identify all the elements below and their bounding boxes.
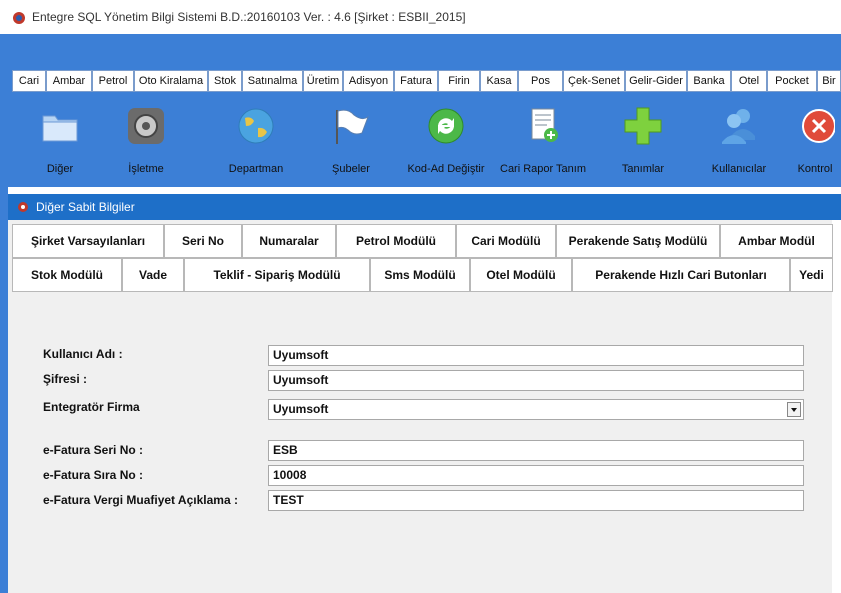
toolbar-label: Kullanıcılar [711,163,767,175]
menu-satinalma[interactable]: Satınalma [242,70,303,92]
app-logo-icon [13,12,25,24]
chevron-down-icon[interactable] [787,402,801,417]
menu-uretim[interactable]: Üretim [303,70,343,92]
separator [8,187,841,194]
tab-sms-modulu[interactable]: Sms Modülü [370,258,470,292]
menu-cek-senet[interactable]: Çek-Senet [563,70,625,92]
toolbar-isletme[interactable]: İşletme [108,99,184,187]
tab-numaralar[interactable]: Numaralar [242,224,336,258]
tab-teklif-siparis-modulu[interactable]: Teklif - Sipariş Modülü [184,258,370,292]
tab-otel-modulu[interactable]: Otel Modülü [470,258,572,292]
toolbar-label: Kontrol [797,163,833,175]
password-label: Şifresi : [43,372,88,386]
globe-icon [238,108,274,144]
menu-otel[interactable]: Otel [731,70,767,92]
integrator-label: Entegratör Firma [43,400,140,414]
menu-oto-kiralama[interactable]: Oto Kiralama [134,70,208,92]
right-strip [832,220,841,593]
title-bar: Entegre SQL Yönetim Bilgi Sistemi B.D.:2… [0,0,841,34]
toolbar-departman[interactable]: Departman [216,99,296,187]
ribbon-band [0,34,841,56]
plus-icon [624,107,662,145]
einvoice-sequence-label: e-Fatura Sıra No : [43,468,144,482]
toolbar-tanimlar[interactable]: Tanımlar [608,99,678,187]
toolbar-label: Şubeler [332,163,370,175]
toolbar-label: Tanımlar [621,163,665,175]
subwindow-title: Diğer Sabit Bilgiler [36,200,135,214]
left-border [0,34,8,593]
tab-sirket-varsayilanlari[interactable]: Şirket Varsayılanları [12,224,164,258]
icon-toolbar: Diğer İşletme Departman Şubeler Kod-Ad D… [8,99,841,187]
menu-pocket[interactable]: Pocket [767,70,817,92]
tab-cari-modulu[interactable]: Cari Modülü [456,224,556,258]
tab-seri-no[interactable]: Seri No [164,224,242,258]
app-logo-icon [18,202,28,212]
tab-perakende-satis-modulu[interactable]: Perakende Satış Modülü [556,224,720,258]
toolbar-subeler[interactable]: Şubeler [318,99,384,187]
report-add-icon [531,108,558,142]
folder-icon [42,115,78,142]
flag-icon [336,109,370,144]
menu-banka[interactable]: Banka [687,70,731,92]
menu-gelir-gider[interactable]: Gelir-Gider [625,70,687,92]
menu-bir[interactable]: Bir [817,70,841,92]
menu-firin[interactable]: Firin [438,70,480,92]
toolbar-label: Kod-Ad Değiştir [407,163,485,175]
stop-icon [802,109,835,143]
menu-cari[interactable]: Cari [12,70,46,92]
tax-exemption-label: e-Fatura Vergi Muafiyet Açıklama : [43,493,238,507]
integrator-value: Uyumsoft [273,402,329,416]
tab-perakende-hizli-cari-butonlari[interactable]: Perakende Hızlı Cari Butonları [572,258,790,292]
tax-exemption-field[interactable]: TEST [268,490,804,511]
toolbar-label: Diğer [46,163,74,175]
toolbar-kullanicilar[interactable]: Kullanıcılar [698,99,780,187]
menu-pos[interactable]: Pos [518,70,563,92]
menu-adisyon[interactable]: Adisyon [343,70,394,92]
tab-petrol-modulu[interactable]: Petrol Modülü [336,224,456,258]
integrator-select[interactable]: Uyumsoft [268,399,804,420]
toolbar-label: Departman [228,163,284,175]
username-label: Kullanıcı Adı : [43,347,123,361]
tab-yedi[interactable]: Yedi [790,258,833,292]
einvoice-sequence-field[interactable]: 10008 [268,465,804,486]
password-field[interactable]: Uyumsoft [268,370,804,391]
menu-ambar[interactable]: Ambar [46,70,92,92]
window-title: Entegre SQL Yönetim Bilgi Sistemi B.D.:2… [32,10,466,24]
tab-stok-modulu[interactable]: Stok Modülü [12,258,122,292]
module-menu: Cari Ambar Petrol Oto Kiralama Stok Satı… [8,56,841,99]
menu-stok[interactable]: Stok [208,70,242,92]
toolbar-diger[interactable]: Diğer [24,99,96,187]
menu-kasa[interactable]: Kasa [480,70,518,92]
subwindow-titlebar: Diğer Sabit Bilgiler [8,194,841,220]
toolbar-label: İşletme [128,163,164,175]
menu-petrol[interactable]: Petrol [92,70,134,92]
toolbar-label: Cari Rapor Tanım [500,163,586,175]
einvoice-series-field[interactable]: ESB [268,440,804,461]
tab-vade[interactable]: Vade [122,258,184,292]
settings-gear-icon [128,108,164,144]
users-icon [722,109,755,144]
menu-fatura[interactable]: Fatura [394,70,438,92]
toolbar-kod-ad-degistir[interactable]: Kod-Ad Değiştir [400,99,492,187]
einvoice-series-label: e-Fatura Seri No : [43,443,144,457]
username-field[interactable]: Uyumsoft [268,345,804,366]
toolbar-kontrol[interactable]: Kontrol [782,99,841,187]
toolbar-cari-rapor-tanim[interactable]: Cari Rapor Tanım [494,99,592,187]
tab-ambar-modulu[interactable]: Ambar Modül [720,224,833,258]
refresh-icon [428,108,464,144]
